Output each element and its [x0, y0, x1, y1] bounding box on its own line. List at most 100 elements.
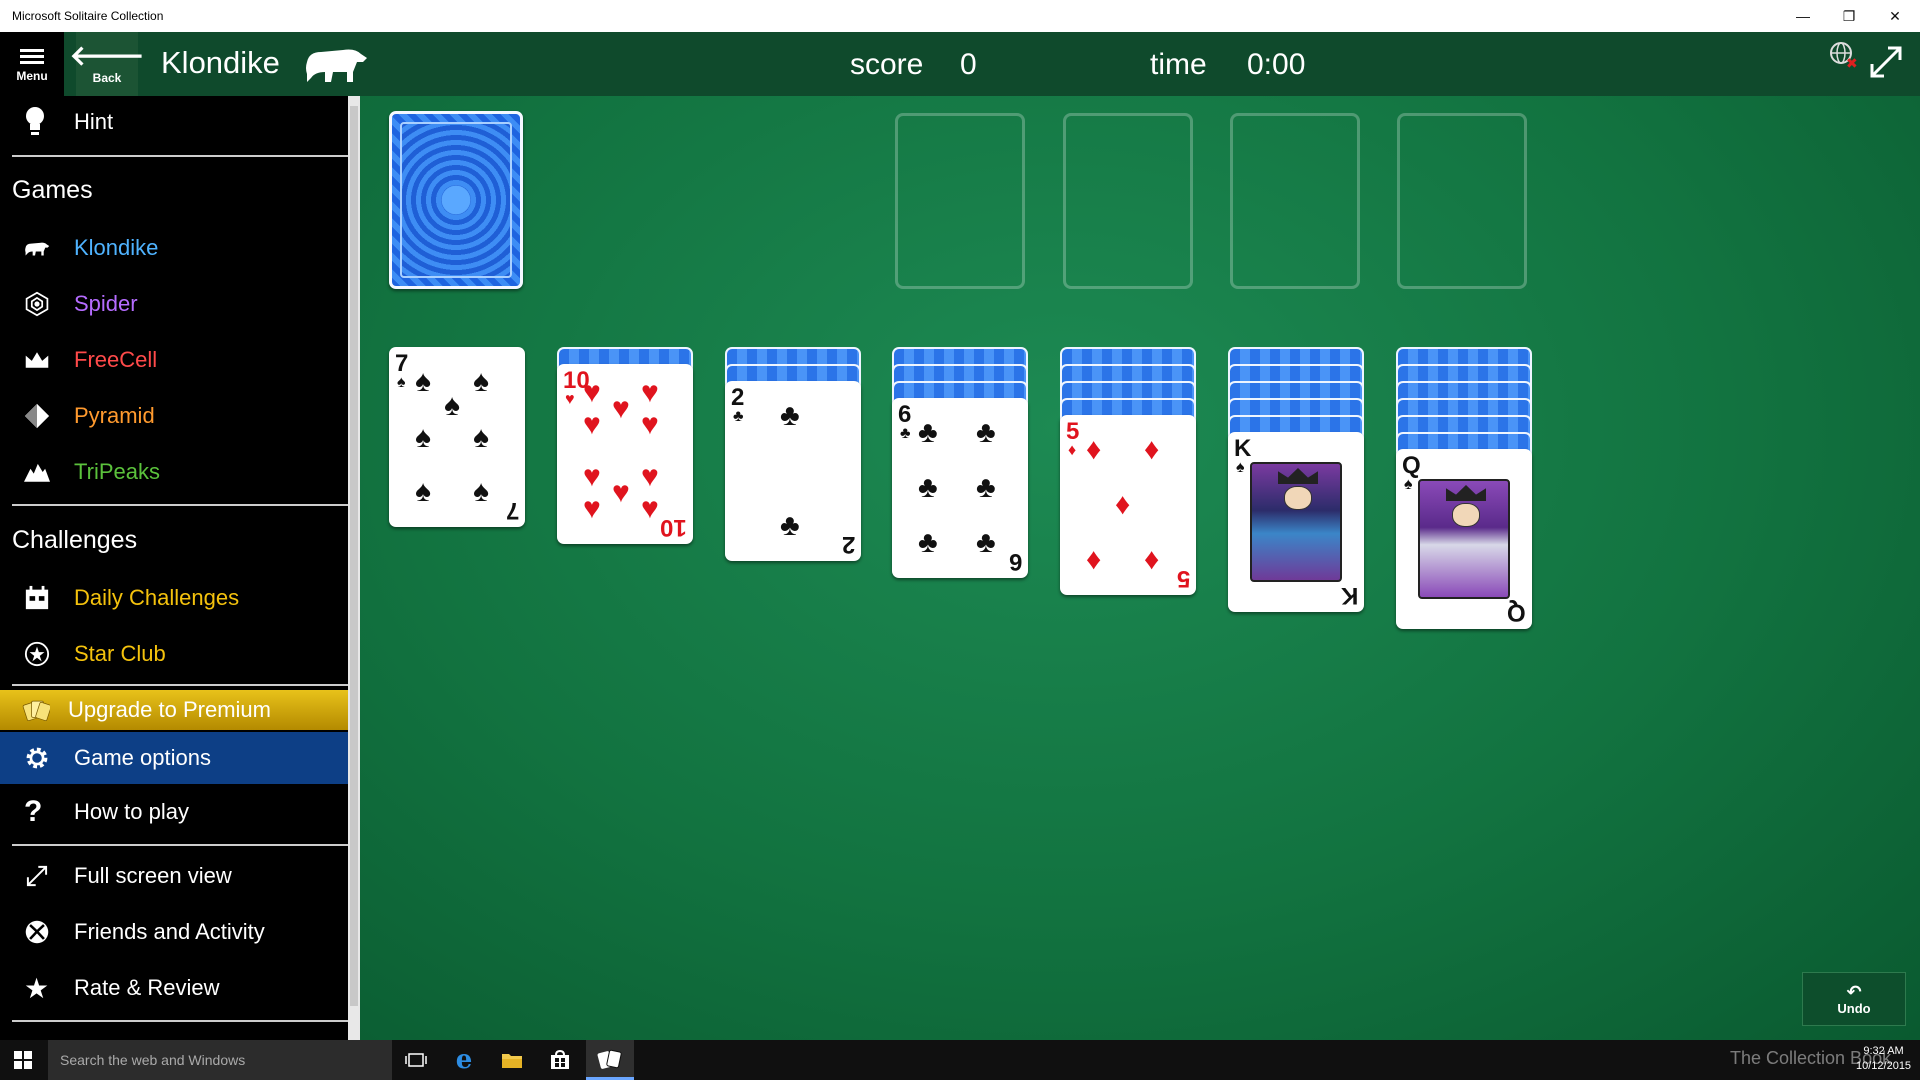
heart-pip-icon: ♥ — [612, 392, 630, 425]
card-suit-diamond-icon: ♦ — [1068, 442, 1077, 459]
sidebar-item-rate-review[interactable]: ★ Rate & Review — [0, 962, 348, 1014]
spade-pip-icon: ♠ — [415, 365, 431, 398]
club-pip-icon: ♣ — [780, 399, 800, 432]
divider — [12, 155, 348, 157]
diamond-pip-icon: ♦ — [1086, 543, 1102, 576]
card-rank: 5 — [1176, 565, 1190, 592]
club-pip-icon: ♣ — [918, 416, 938, 449]
sidebar-item-how-to-play[interactable]: ? How to play — [0, 786, 348, 838]
heart-pip-icon: ♥ — [641, 376, 659, 409]
foundation-slot-4[interactable] — [1397, 113, 1527, 289]
sidebar-item-full-screen[interactable]: Full screen view — [0, 850, 348, 902]
task-view-icon[interactable] — [392, 1040, 440, 1080]
card-suit-club-icon: ♣ — [733, 408, 744, 425]
sidebar-item-daily-challenges[interactable]: Daily Challenges — [0, 572, 348, 624]
back-label: Back — [92, 71, 122, 85]
sidebar-item-spider[interactable]: Spider — [0, 278, 348, 330]
restore-button[interactable]: ❐ — [1826, 0, 1872, 32]
card-rank: Q — [1507, 599, 1526, 626]
stock-pile[interactable] — [389, 111, 523, 289]
back-button[interactable]: 🡐 Back — [69, 32, 145, 96]
spade-pip-icon: ♠ — [473, 421, 489, 454]
store-icon[interactable] — [536, 1040, 584, 1080]
card-6-clubs[interactable]: 6 ♣ ♣ ♣ ♣ ♣ ♣ ♣ 6 — [892, 398, 1028, 578]
card-rank: 6 — [898, 401, 912, 428]
windows-taskbar: Search the web and Windows e The Collect… — [0, 1040, 1920, 1080]
close-button[interactable]: ✕ — [1872, 0, 1918, 32]
card-rank: Q — [1402, 452, 1421, 479]
peaks-icon — [0, 460, 50, 484]
start-button[interactable] — [0, 1040, 46, 1080]
card-rank: 7 — [395, 350, 409, 377]
sidebar-item-freecell[interactable]: FreeCell — [0, 334, 348, 386]
foundation-slot-3[interactable] — [1230, 113, 1360, 289]
divider — [12, 1020, 348, 1022]
card-rank: 2 — [731, 384, 745, 411]
card-rank: K — [1234, 435, 1252, 462]
spade-pip-icon: ♠ — [415, 421, 431, 454]
sidebar-item-tripeaks[interactable]: TriPeaks — [0, 446, 348, 498]
score-label: score — [850, 48, 924, 81]
foundation-slot-2[interactable] — [1063, 113, 1193, 289]
heart-pip-icon: ♥ — [641, 492, 659, 525]
sidebar-item-hint[interactable]: Hint — [0, 96, 348, 148]
full-screen-label: Full screen view — [74, 863, 232, 888]
time-label: time — [1150, 48, 1207, 81]
menu-button[interactable]: Menu — [0, 32, 64, 96]
friends-label: Friends and Activity — [74, 919, 265, 944]
sidebar-item-upgrade-premium[interactable]: Upgrade to Premium — [0, 690, 348, 730]
card-suit-spade-icon: ♠ — [1404, 476, 1413, 493]
edge-browser-icon[interactable]: e — [440, 1040, 488, 1080]
gear-icon — [0, 743, 50, 773]
foundation-slot-1[interactable] — [895, 113, 1025, 289]
sidebar-item-game-options[interactable]: Game options — [0, 732, 348, 784]
card-10-hearts[interactable]: 10 ♥ ♥ ♥ ♥ ♥ ♥ ♥ ♥ ♥ ♥ ♥ 10 — [557, 364, 693, 544]
divider — [12, 844, 348, 846]
club-pip-icon: ♣ — [918, 526, 938, 559]
scrollbar-thumb[interactable] — [350, 106, 358, 1006]
system-clock[interactable]: 9:32 AM 10/12/2015 — [1856, 1044, 1911, 1074]
lightbulb-icon — [0, 106, 50, 138]
undo-arrow-icon: ↶ — [1846, 981, 1862, 1002]
club-pip-icon: ♣ — [780, 509, 800, 542]
game-board: 7 ♠ ♠ ♠ ♠ ♠ ♠ ♠ ♠ 7 10 ♥ ♥ ♥ ♥ ♥ ♥ ♥ ♥ ♥… — [360, 96, 1920, 1040]
game-header: Menu 🡐 Back Klondike score 0 time 0:00 ✖ — [0, 32, 1920, 96]
minimize-button[interactable]: — — [1780, 0, 1826, 32]
taskbar-search-box[interactable]: Search the web and Windows — [48, 1040, 392, 1080]
fullscreen-expand-icon[interactable] — [1866, 42, 1906, 82]
spade-pip-icon: ♠ — [444, 389, 460, 422]
card-5-diamonds[interactable]: 5 ♦ ♦ ♦ ♦ ♦ ♦ 5 — [1060, 415, 1196, 595]
spider-icon — [0, 289, 50, 319]
sidebar-item-friends[interactable]: Friends and Activity — [0, 906, 348, 958]
diamond-pip-icon: ♦ — [1115, 488, 1131, 521]
offline-globe-icon[interactable]: ✖ — [1828, 40, 1858, 70]
heart-pip-icon: ♥ — [583, 376, 601, 409]
club-pip-icon: ♣ — [976, 416, 996, 449]
crown-icon — [0, 349, 50, 371]
card-7-spades[interactable]: 7 ♠ ♠ ♠ ♠ ♠ ♠ ♠ ♠ 7 — [389, 347, 525, 527]
diamond-pip-icon: ♦ — [1144, 433, 1160, 466]
rate-review-label: Rate & Review — [74, 975, 220, 1000]
premium-cards-icon — [0, 695, 50, 725]
hint-label: Hint — [74, 109, 114, 134]
sidebar-item-star-club[interactable]: Star Club — [0, 628, 348, 680]
spade-pip-icon: ♠ — [473, 365, 489, 398]
undo-button[interactable]: ↶ Undo — [1802, 972, 1906, 1026]
tripeaks-label: TriPeaks — [74, 459, 160, 484]
spade-pip-icon: ♠ — [415, 475, 431, 508]
freecell-label: FreeCell — [74, 347, 158, 372]
card-2-clubs[interactable]: 2 ♣ ♣ ♣ 2 — [725, 381, 861, 561]
spade-pip-icon: ♠ — [473, 475, 489, 508]
sidebar-scrollbar[interactable] — [348, 96, 360, 1040]
solitaire-app-icon[interactable] — [586, 1040, 634, 1080]
klondike-label: Klondike — [74, 235, 159, 260]
king-portrait-image — [1250, 462, 1342, 582]
card-king-spades[interactable]: K ♠ K — [1228, 432, 1364, 612]
card-queen-spades[interactable]: Q ♠ Q — [1396, 449, 1532, 629]
sidebar-item-klondike[interactable]: Klondike — [0, 222, 348, 274]
game-title: Klondike — [161, 45, 280, 80]
premium-label: Upgrade to Premium — [68, 697, 271, 722]
file-explorer-icon[interactable] — [488, 1040, 536, 1080]
sidebar-item-pyramid[interactable]: Pyramid — [0, 390, 348, 442]
bear-icon — [0, 237, 50, 259]
